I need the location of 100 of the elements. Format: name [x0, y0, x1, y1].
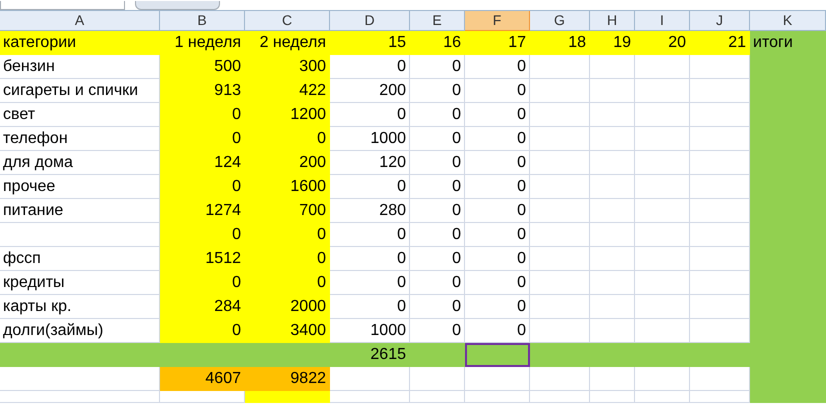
- table-cell: [590, 199, 635, 223]
- column-header[interactable]: C: [245, 11, 330, 31]
- table-cell: 0: [245, 223, 330, 247]
- table-cell: [635, 295, 690, 319]
- table-cell: 0: [465, 79, 530, 103]
- table-cell: 0: [410, 271, 465, 295]
- table-cell: [590, 175, 635, 199]
- table-cell: 1 неделя: [160, 31, 245, 55]
- table-cell: 0: [330, 295, 410, 319]
- table-cell: 913: [160, 79, 245, 103]
- table-cell: [635, 367, 690, 391]
- table-cell: 0: [410, 55, 465, 79]
- table-cell: [635, 127, 690, 151]
- table-cell: [530, 199, 590, 223]
- table-cell: 0: [465, 55, 530, 79]
- table-cell: 1000: [330, 127, 410, 151]
- table-cell: [590, 79, 635, 103]
- table-cell: 0: [465, 223, 530, 247]
- table-cell: 0: [330, 175, 410, 199]
- table-cell: 16: [410, 31, 465, 55]
- table-cell: 0: [330, 223, 410, 247]
- table-cell: [590, 127, 635, 151]
- table-cell: 0: [465, 247, 530, 271]
- table-cell: 0: [410, 175, 465, 199]
- table-cell: [635, 391, 690, 403]
- table-cell: 19: [590, 31, 635, 55]
- table-cell: [410, 391, 465, 403]
- table-cell: 3400: [245, 319, 330, 343]
- column-header[interactable]: D: [330, 11, 410, 31]
- column-header[interactable]: F: [465, 11, 530, 31]
- column-header[interactable]: J: [690, 11, 750, 31]
- table-cell: 0: [410, 223, 465, 247]
- table-cell: 0: [410, 103, 465, 127]
- table-cell: 1600: [245, 175, 330, 199]
- table-cell: [635, 175, 690, 199]
- table-cell: 0: [465, 199, 530, 223]
- selected-cell[interactable]: [465, 343, 530, 367]
- table-cell: [590, 295, 635, 319]
- table-cell: 0: [465, 127, 530, 151]
- table-cell: 21: [690, 31, 750, 55]
- table-cell: 0: [465, 151, 530, 175]
- table-cell: 0: [330, 247, 410, 271]
- table-cell: [530, 271, 590, 295]
- table-cell: 18: [530, 31, 590, 55]
- table-cell: категории: [0, 31, 160, 55]
- table-cell: 0: [245, 127, 330, 151]
- table-cell: [530, 127, 590, 151]
- table-cell: 1200: [245, 103, 330, 127]
- table-cell: 0: [330, 55, 410, 79]
- column-header[interactable]: G: [530, 11, 590, 31]
- table-cell: 0: [465, 295, 530, 319]
- table-cell: [530, 247, 590, 271]
- table-cell: [635, 103, 690, 127]
- table-cell: [465, 391, 530, 403]
- table-cell: [590, 151, 635, 175]
- table-cell: 0: [160, 103, 245, 127]
- table-cell: 0: [160, 175, 245, 199]
- table-cell: 0: [465, 103, 530, 127]
- table-cell: 2615: [330, 343, 410, 367]
- table-cell: [635, 247, 690, 271]
- function-button[interactable]: [135, 1, 220, 10]
- table-cell: 700: [245, 199, 330, 223]
- column-header[interactable]: H: [590, 11, 635, 31]
- table-cell: 200: [245, 151, 330, 175]
- table-cell: 120: [330, 151, 410, 175]
- column-header[interactable]: I: [635, 11, 690, 31]
- table-cell: [530, 391, 590, 403]
- table-cell: 0: [245, 247, 330, 271]
- table-cell: 124: [160, 151, 245, 175]
- table-cell: [590, 367, 635, 391]
- table-cell: 17: [465, 31, 530, 55]
- column-header[interactable]: A: [0, 11, 160, 31]
- table-cell: 0: [410, 151, 465, 175]
- table-cell: [530, 103, 590, 127]
- table-cell: [590, 391, 635, 403]
- table-cell: [530, 79, 590, 103]
- table-cell: [635, 55, 690, 79]
- table-cell: 2000: [245, 295, 330, 319]
- table-cell: 500: [160, 55, 245, 79]
- column-header[interactable]: E: [410, 11, 465, 31]
- table-cell: 422: [245, 79, 330, 103]
- table-cell: [530, 151, 590, 175]
- table-cell: 0: [330, 103, 410, 127]
- table-cell: 0: [410, 247, 465, 271]
- table-cell: 20: [635, 31, 690, 55]
- table-cell: [530, 295, 590, 319]
- name-box[interactable]: [0, 1, 125, 10]
- table-cell: 1274: [160, 199, 245, 223]
- table-cell: 284: [160, 295, 245, 319]
- table-cell: 0: [410, 295, 465, 319]
- table-cell: 0: [410, 79, 465, 103]
- table-cell: [635, 79, 690, 103]
- table-cell: 2 неделя: [245, 31, 330, 55]
- table-cell: [635, 271, 690, 295]
- table-cell: [530, 367, 590, 391]
- table-cell: [590, 223, 635, 247]
- column-header[interactable]: B: [160, 11, 245, 31]
- table-cell: 0: [160, 271, 245, 295]
- table-cell: [410, 367, 465, 391]
- column-header[interactable]: K: [750, 11, 826, 31]
